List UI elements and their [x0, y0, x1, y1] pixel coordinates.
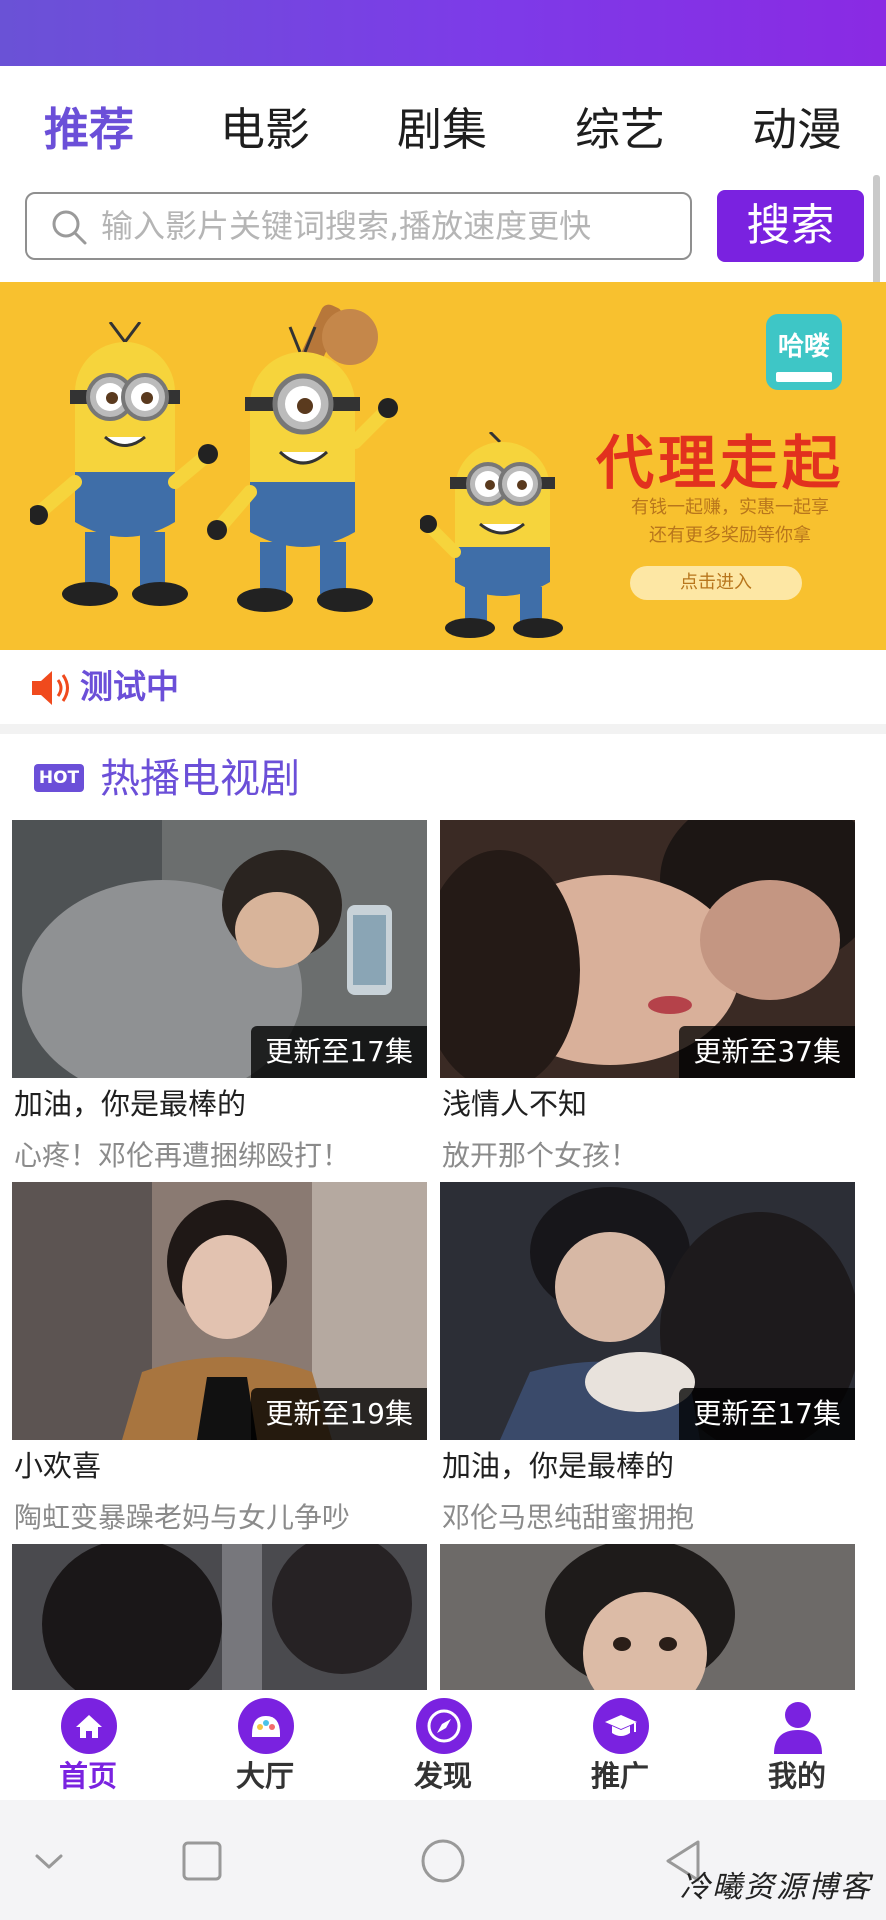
tab-anime[interactable]: 动漫 [742, 100, 852, 160]
section-header: HOT 热播电视剧 [0, 734, 886, 824]
show-thumbnail[interactable]: 更新至17集 [12, 820, 427, 1078]
notice-bar: 测试中 [0, 650, 886, 724]
category-tabs: 推荐 电影 剧集 综艺 动漫 [0, 66, 886, 191]
show-title[interactable]: 小欢喜 [14, 1444, 101, 1488]
scrollbar[interactable] [873, 175, 880, 285]
show-subtitle: 邓伦马思纯甜蜜拥抱 [442, 1501, 695, 1534]
search-button[interactable]: 搜索 [717, 190, 864, 262]
search-icon [52, 210, 87, 245]
show-card[interactable] [440, 1544, 855, 1690]
home-button-icon[interactable] [418, 1836, 468, 1886]
tab-recommend[interactable]: 推荐 [34, 100, 144, 160]
nav-hall[interactable]: 大厅 [205, 1690, 325, 1800]
show-card[interactable]: 更新至19集 小欢喜 陶虹变暴躁老妈与女儿争吵 [12, 1182, 427, 1542]
update-badge: 更新至17集 [251, 1026, 427, 1078]
nav-home-label: 首页 [58, 1759, 117, 1793]
show-thumbnail[interactable] [440, 1544, 855, 1690]
status-bar [0, 0, 886, 66]
nav-discover-label: 发现 [413, 1759, 472, 1793]
tab-variety[interactable]: 综艺 [565, 100, 675, 160]
nav-profile[interactable]: 我的 [737, 1690, 857, 1800]
show-title[interactable]: 加油，你是最棒的 [442, 1444, 674, 1488]
nav-hall-label: 大厅 [235, 1759, 294, 1793]
show-subtitle: 陶虹变暴躁老妈与女儿争吵 [14, 1501, 351, 1534]
show-thumbnail[interactable]: 更新至19集 [12, 1182, 427, 1440]
show-subtitle: 放开那个女孩！ [442, 1139, 639, 1172]
show-card[interactable]: 更新至37集 浅情人不知 放开那个女孩！ [440, 820, 855, 1180]
watermark: 冷曦资源博客 [680, 1870, 872, 1905]
show-card[interactable] [12, 1544, 427, 1690]
show-card[interactable]: 更新至17集 加油，你是最棒的 心疼！邓伦再遭捆绑殴打！ [12, 820, 427, 1180]
tab-series[interactable]: 剧集 [387, 100, 497, 160]
nav-discover[interactable]: 发现 [383, 1690, 503, 1800]
hot-badge: HOT [34, 764, 84, 792]
tab-movies[interactable]: 电影 [210, 100, 320, 160]
promo-banner[interactable]: 哈喽 代理走起 有钱一起赚，实惠一起享 还有更多奖励等你拿 点击进入 [0, 282, 886, 650]
banner-title: 代理走起 [596, 429, 845, 497]
nav-promote-label: 推广 [590, 1759, 649, 1793]
bottom-nav: 首页 大厅 发现 推广 我的 [0, 1690, 886, 1800]
search-input[interactable] [101, 204, 681, 248]
banner-subtitle: 有钱一起赚，实惠一起享 还有更多奖励等你拿 [610, 494, 850, 550]
nav-home[interactable]: 首页 [28, 1690, 148, 1800]
home-icon [61, 1698, 117, 1754]
banner-subtitle-line1: 有钱一起赚，实惠一起享 [631, 497, 829, 518]
show-card[interactable]: 更新至17集 加油，你是最棒的 邓伦马思纯甜蜜拥抱 [440, 1182, 855, 1542]
update-badge: 更新至37集 [679, 1026, 855, 1078]
minion-illustration [207, 304, 398, 612]
hall-icon [238, 1698, 294, 1754]
show-thumbnail[interactable]: 更新至37集 [440, 820, 855, 1078]
banner-subtitle-line2: 还有更多奖励等你拿 [649, 525, 811, 546]
chevron-down-icon[interactable] [24, 1836, 74, 1886]
banner-enter-button[interactable]: 点击进入 [630, 566, 802, 600]
show-thumbnail[interactable]: 更新至17集 [440, 1182, 855, 1440]
update-badge: 更新至17集 [679, 1388, 855, 1440]
graduation-cap-icon [593, 1698, 649, 1754]
user-icon [774, 1702, 822, 1754]
recent-apps-icon[interactable] [177, 1836, 227, 1886]
minion-illustration [30, 322, 218, 606]
divider [0, 724, 886, 734]
brand-logo: 哈喽 [766, 314, 842, 390]
system-nav-bar: 冷曦资源博客 [0, 1800, 886, 1920]
search-box [25, 192, 692, 260]
show-thumbnail[interactable] [12, 1544, 427, 1690]
update-badge: 更新至19集 [251, 1388, 427, 1440]
nav-promote[interactable]: 推广 [560, 1690, 680, 1800]
show-title[interactable]: 浅情人不知 [442, 1082, 587, 1126]
show-subtitle: 心疼！邓伦再遭捆绑殴打！ [14, 1139, 351, 1172]
nav-profile-label: 我的 [767, 1759, 826, 1793]
speaker-icon [32, 671, 69, 705]
minion-illustration [420, 432, 563, 638]
notice-text: 测试中 [80, 667, 179, 706]
section-title: 热播电视剧 [100, 756, 300, 802]
compass-icon [416, 1698, 472, 1754]
show-title[interactable]: 加油，你是最棒的 [14, 1082, 246, 1126]
